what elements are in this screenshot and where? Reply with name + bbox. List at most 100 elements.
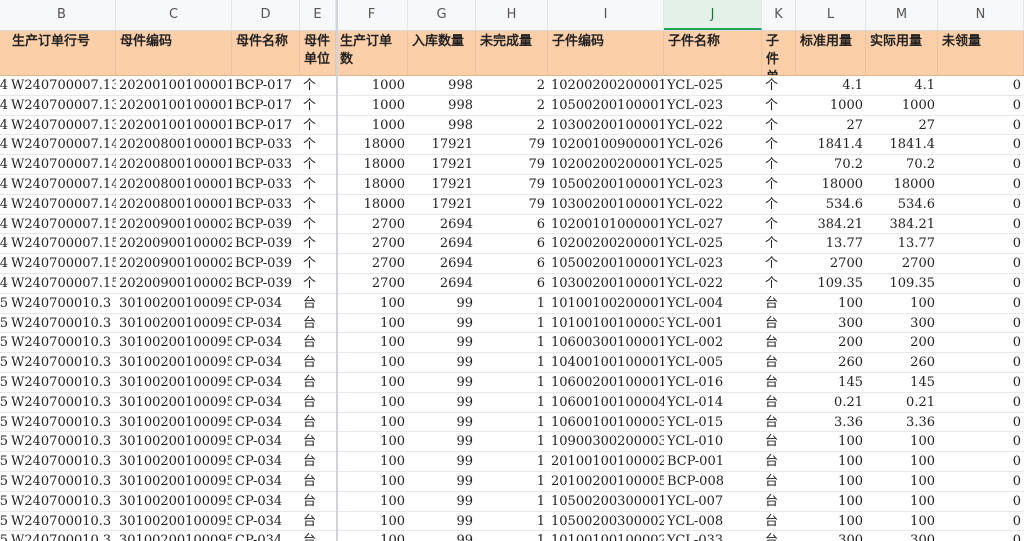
row-cell-b[interactable]: W240700010.3	[8, 373, 116, 392]
row-cell-d[interactable]: CP-034	[232, 472, 300, 491]
row-cell-d[interactable]: CP-034	[232, 393, 300, 412]
row-cell-f[interactable]: 100	[336, 314, 408, 333]
row-cell-l[interactable]: 384.21	[796, 215, 866, 234]
row-cell-c[interactable]: 20200100100001	[116, 76, 232, 95]
row-cell-i[interactable]: 10900300200003	[548, 432, 664, 451]
row-cell-c[interactable]: 30100200100095	[116, 531, 232, 541]
row-cell-l[interactable]: 100	[796, 492, 866, 511]
row-cell-j[interactable]: YCL-025	[664, 155, 762, 174]
row-cell-g[interactable]: 99	[408, 393, 476, 412]
row-cell-n[interactable]: 0	[938, 76, 1024, 95]
column-letter-k[interactable]: K	[762, 0, 796, 30]
row-cell-c[interactable]: 20200800100001	[116, 155, 232, 174]
row-cell-m[interactable]: 109.35	[866, 274, 938, 293]
header-cell[interactable]: 生产订单行号	[8, 31, 116, 75]
row-cell-l[interactable]: 1000	[796, 96, 866, 115]
table-row[interactable]: 4 W240700007.13 20200100100001 BCP-017 个 1000…	[0, 76, 1024, 96]
table-row[interactable]: 4 W240700007.14 20200800100001 BCP-033 个 1800…	[0, 135, 1024, 156]
row-cell-m[interactable]: 534.6	[866, 195, 938, 214]
row-cell-b[interactable]: W240700007.14	[8, 175, 116, 194]
row-cell-i[interactable]: 20100100100002	[548, 452, 664, 471]
row-cell-g[interactable]: 998	[408, 76, 476, 95]
row-cell-e[interactable]: 台	[300, 452, 336, 471]
row-cell-l[interactable]: 200	[796, 333, 866, 352]
row-cell-b[interactable]: W240700010.3	[8, 413, 116, 432]
row-cell-c[interactable]: 20200800100001	[116, 195, 232, 214]
row-cell-h[interactable]: 1	[476, 314, 548, 333]
row-cell-n[interactable]: 0	[938, 373, 1024, 392]
row-cell-i[interactable]: 10300200100001	[548, 195, 664, 214]
row-cell-f[interactable]: 2700	[336, 274, 408, 293]
row-cell-m[interactable]: 1000	[866, 96, 938, 115]
row-cell-h[interactable]: 79	[476, 195, 548, 214]
table-row[interactable]: 5 W240700010.3 30100200100095 CP-034 台 100 99 1…	[0, 314, 1024, 334]
row-cell-j[interactable]: YCL-005	[664, 353, 762, 372]
row-cell-c[interactable]: 20200900100002	[116, 274, 232, 293]
table-row[interactable]: 4 W240700007.14 20200800100001 BCP-033 个 1800…	[0, 155, 1024, 175]
header-cell[interactable]: 母件名称	[232, 31, 300, 75]
row-cell-k[interactable]: 台	[762, 413, 796, 432]
row-cell-j[interactable]: YCL-007	[664, 492, 762, 511]
row-cell-k[interactable]: 台	[762, 373, 796, 392]
row-cell-k[interactable]: 台	[762, 492, 796, 511]
row-cell-b[interactable]: W240700010.3	[8, 531, 116, 541]
row-cell-l[interactable]: 27	[796, 116, 866, 135]
row-cell-e[interactable]: 台	[300, 512, 336, 531]
row-cell-c[interactable]: 30100200100095	[116, 452, 232, 471]
row-cell-c[interactable]: 30100200100095	[116, 314, 232, 333]
row-cell-g[interactable]: 17921	[408, 135, 476, 154]
row-cell-g[interactable]: 99	[408, 413, 476, 432]
row-cell-m[interactable]: 1841.4	[866, 135, 938, 154]
row-cell-l[interactable]: 70.2	[796, 155, 866, 174]
row-cell-l[interactable]: 260	[796, 353, 866, 372]
row-cell-c[interactable]: 20200100100001	[116, 116, 232, 135]
row-cell-h[interactable]: 1	[476, 373, 548, 392]
row-cell-k[interactable]: 个	[762, 274, 796, 293]
row-cell-n[interactable]: 0	[938, 472, 1024, 491]
header-cell[interactable]: 子件编码	[548, 31, 664, 75]
row-cell-h[interactable]: 1	[476, 413, 548, 432]
row-cell-l[interactable]: 100	[796, 294, 866, 313]
row-cell-c[interactable]: 30100200100095	[116, 432, 232, 451]
row-cell-e[interactable]: 个	[300, 96, 336, 115]
row-cell-k[interactable]: 个	[762, 215, 796, 234]
row-cell-m[interactable]: 18000	[866, 175, 938, 194]
header-cell[interactable]: 未完成量	[476, 31, 548, 75]
row-cell-j[interactable]: YCL-023	[664, 254, 762, 273]
row-cell-a[interactable]: 5	[0, 531, 8, 541]
row-cell-d[interactable]: CP-034	[232, 452, 300, 471]
row-cell-j[interactable]: YCL-025	[664, 76, 762, 95]
row-cell-g[interactable]: 99	[408, 353, 476, 372]
row-cell-j[interactable]: YCL-008	[664, 512, 762, 531]
row-cell-b[interactable]: W240700007.15	[8, 274, 116, 293]
row-cell-n[interactable]: 0	[938, 294, 1024, 313]
row-cell-e[interactable]: 个	[300, 215, 336, 234]
row-cell-g[interactable]: 2694	[408, 254, 476, 273]
table-row[interactable]: 5 W240700010.3 30100200100095 CP-034 台 100 99 1…	[0, 432, 1024, 453]
column-letter-e[interactable]: E	[300, 0, 336, 30]
row-cell-f[interactable]: 100	[336, 472, 408, 491]
row-cell-h[interactable]: 1	[476, 512, 548, 531]
header-cell[interactable]: 子件名称	[664, 31, 762, 75]
row-cell-l[interactable]: 300	[796, 314, 866, 333]
row-cell-b[interactable]: W240700010.3	[8, 294, 116, 313]
header-cell[interactable]: 实际用量	[866, 31, 938, 75]
table-row[interactable]: 5 W240700010.3 30100200100095 CP-034 台 100 99 1…	[0, 492, 1024, 512]
row-cell-d[interactable]: BCP-017	[232, 96, 300, 115]
row-cell-c[interactable]: 20200900100002	[116, 234, 232, 253]
row-cell-m[interactable]: 13.77	[866, 234, 938, 253]
table-row[interactable]: 5 W240700010.3 30100200100095 CP-034 台 100 99 1…	[0, 294, 1024, 314]
row-cell-n[interactable]: 0	[938, 492, 1024, 511]
row-cell-b[interactable]: W240700010.3	[8, 314, 116, 333]
row-cell-a[interactable]: 4	[0, 155, 8, 174]
row-cell-h[interactable]: 6	[476, 234, 548, 253]
row-cell-a[interactable]: 4	[0, 274, 8, 293]
table-row[interactable]: 4 W240700007.13 20200100100001 BCP-017 个 1000…	[0, 116, 1024, 136]
row-cell-j[interactable]: YCL-022	[664, 116, 762, 135]
row-cell-i[interactable]: 10500200100001	[548, 254, 664, 273]
table-row[interactable]: 4 W240700007.15 20200900100002 BCP-039 个 2700…	[0, 274, 1024, 294]
row-cell-l[interactable]: 100	[796, 452, 866, 471]
row-cell-d[interactable]: CP-034	[232, 531, 300, 541]
row-cell-m[interactable]: 300	[866, 314, 938, 333]
row-cell-a[interactable]: 5	[0, 333, 8, 352]
